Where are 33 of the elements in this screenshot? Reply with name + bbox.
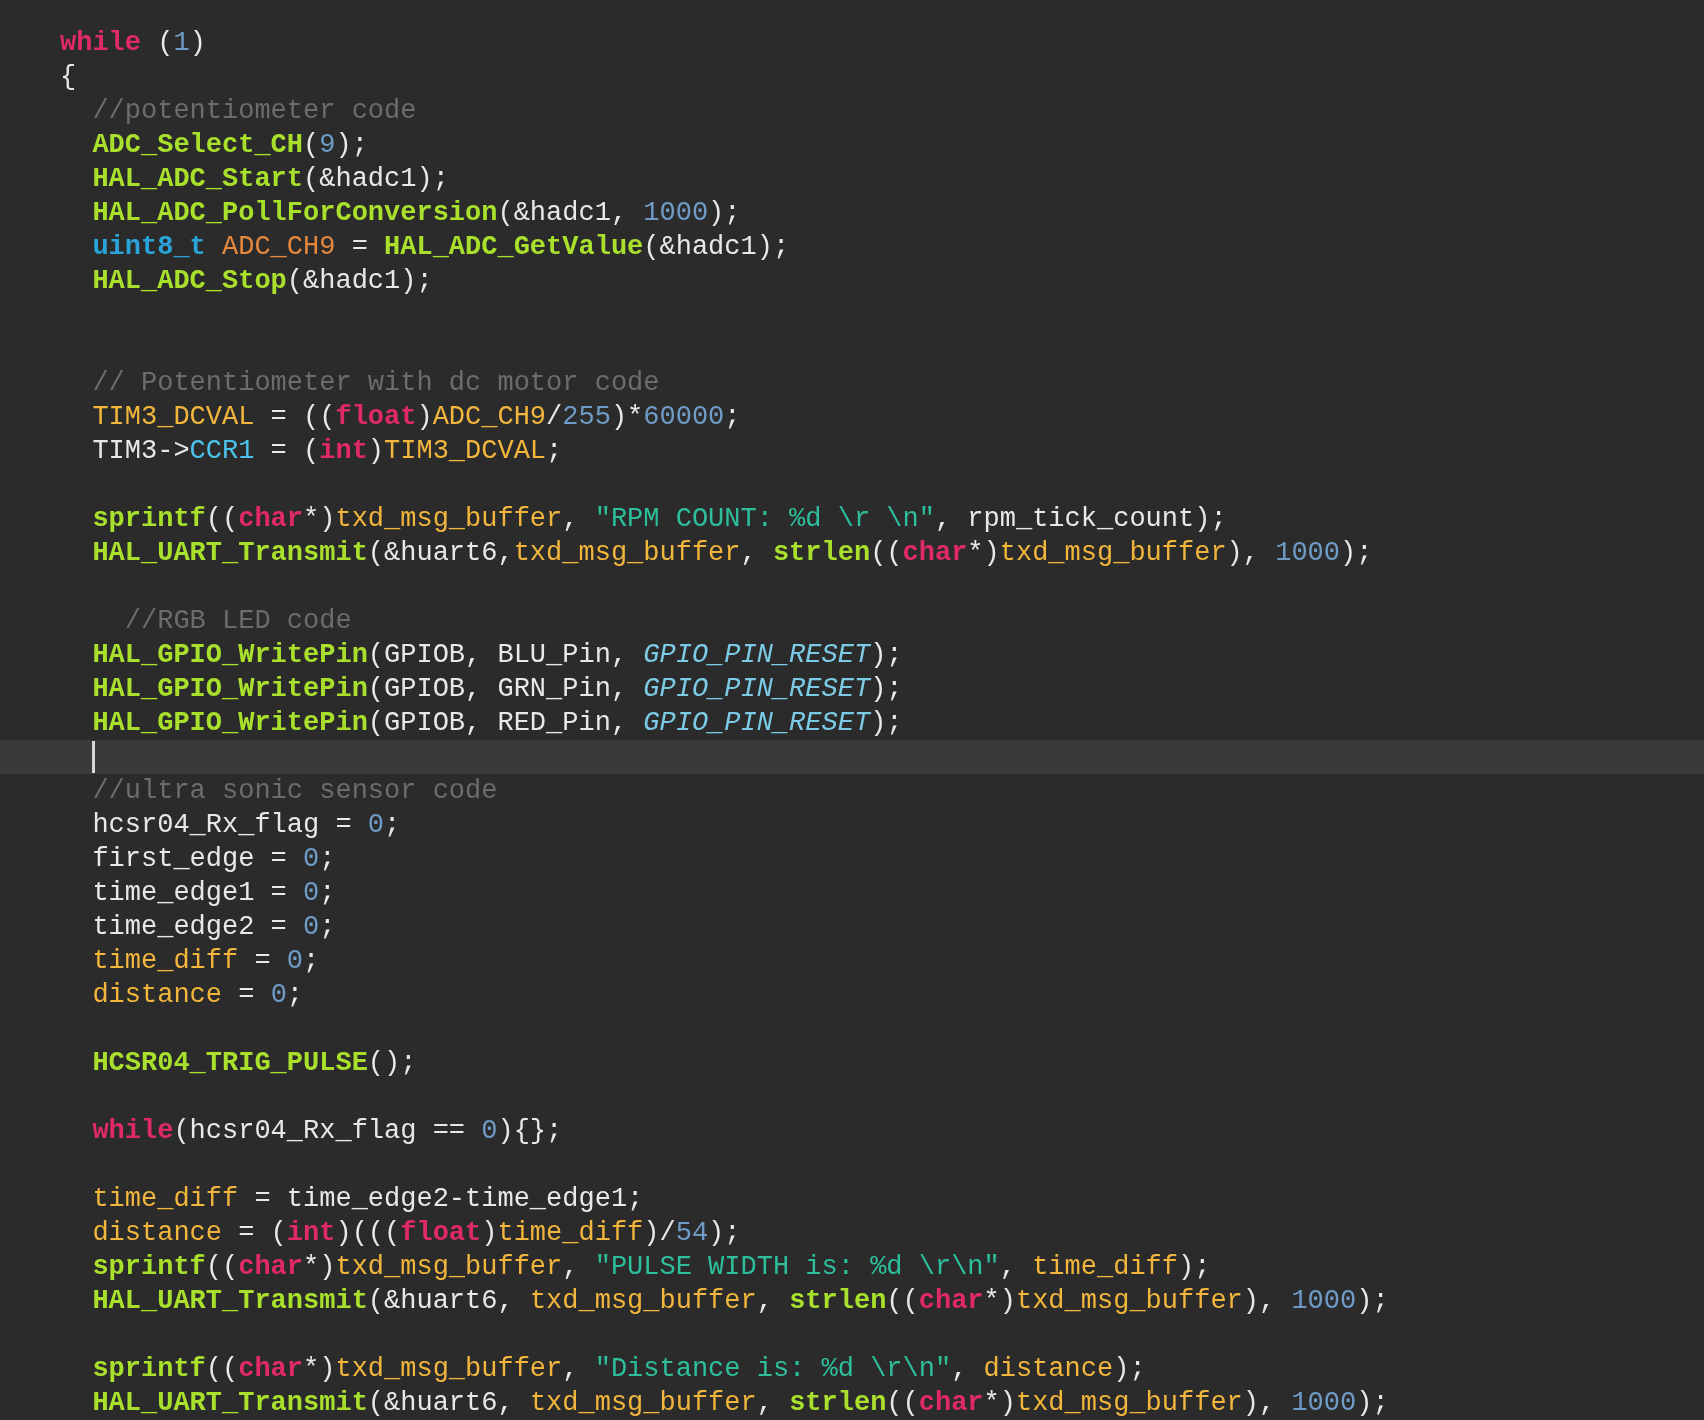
code-line: sprintf((char*)txd_msg_buffer, "RPM COUNT: %d \r \n", rpm_tick_count); <box>92 503 1227 536</box>
code-line: { <box>60 61 77 94</box>
code-line: HAL_GPIO_WritePin(GPIOB, RED_Pin, GPIO_PIN_RESET); <box>92 707 903 740</box>
code-line: //RGB LED code <box>124 605 352 638</box>
code-line: hcsr04_Rx_flag = 0; <box>92 809 401 842</box>
code-line: time_diff = 0; <box>92 945 320 978</box>
code-line: HAL_UART_Transmit(&huart6, txd_msg_buffer, strlen((char*)txd_msg_buffer), 1000); <box>92 1387 1389 1420</box>
code-line: while (1) <box>60 27 206 60</box>
code-line: distance = 0; <box>92 979 304 1012</box>
code-line: HAL_UART_Transmit(&huart6, txd_msg_buffer, strlen((char*)txd_msg_buffer), 1000); <box>92 1285 1389 1318</box>
code-line: time_edge2 = 0; <box>92 911 336 944</box>
code-line: //ultra sonic sensor code <box>92 775 498 808</box>
code-line: // Potentiometer with dc motor code <box>92 367 660 400</box>
code-line: TIM3_DCVAL = ((float)ADC_CH9/255)*60000; <box>92 401 741 434</box>
code-line: distance = (int)(((float)time_diff)/54); <box>92 1217 741 1250</box>
code-line: time_diff = time_edge2-time_edge1; <box>92 1183 644 1216</box>
code-line: HAL_ADC_PollForConversion(&hadc1, 1000); <box>92 197 741 230</box>
code-line: HAL_ADC_Start(&hadc1); <box>92 163 449 196</box>
code-line: HAL_GPIO_WritePin(GPIOB, GRN_Pin, GPIO_PIN_RESET); <box>92 673 903 706</box>
code-line: //potentiometer code <box>92 95 417 128</box>
code-line: while(hcsr04_Rx_flag == 0){}; <box>92 1115 563 1148</box>
code-line: HAL_UART_Transmit(&huart6,txd_msg_buffer, strlen((char*)txd_msg_buffer), 1000); <box>92 537 1373 570</box>
code-line: HCSR04_TRIG_PULSE(); <box>92 1047 417 1080</box>
code-line: sprintf((char*)txd_msg_buffer, "PULSE WIDTH is: %d \r\n", time_diff); <box>92 1251 1211 1284</box>
code-line: uint8_t ADC_CH9 = HAL_ADC_GetValue(&hadc1); <box>92 231 790 264</box>
code-line: TIM3->CCR1 = (int)TIM3_DCVAL; <box>92 435 563 468</box>
code-line: HAL_GPIO_WritePin(GPIOB, BLU_Pin, GPIO_PIN_RESET); <box>92 639 903 672</box>
code-line: ADC_Select_CH(9); <box>92 129 368 162</box>
code-line: HAL_ADC_Stop(&hadc1); <box>92 265 433 298</box>
text-cursor <box>92 741 96 773</box>
code-line: time_edge1 = 0; <box>92 877 336 910</box>
code-line: first_edge = 0; <box>92 843 336 876</box>
code-line: sprintf((char*)txd_msg_buffer, "Distance is: %d \r\n", distance); <box>92 1353 1146 1386</box>
